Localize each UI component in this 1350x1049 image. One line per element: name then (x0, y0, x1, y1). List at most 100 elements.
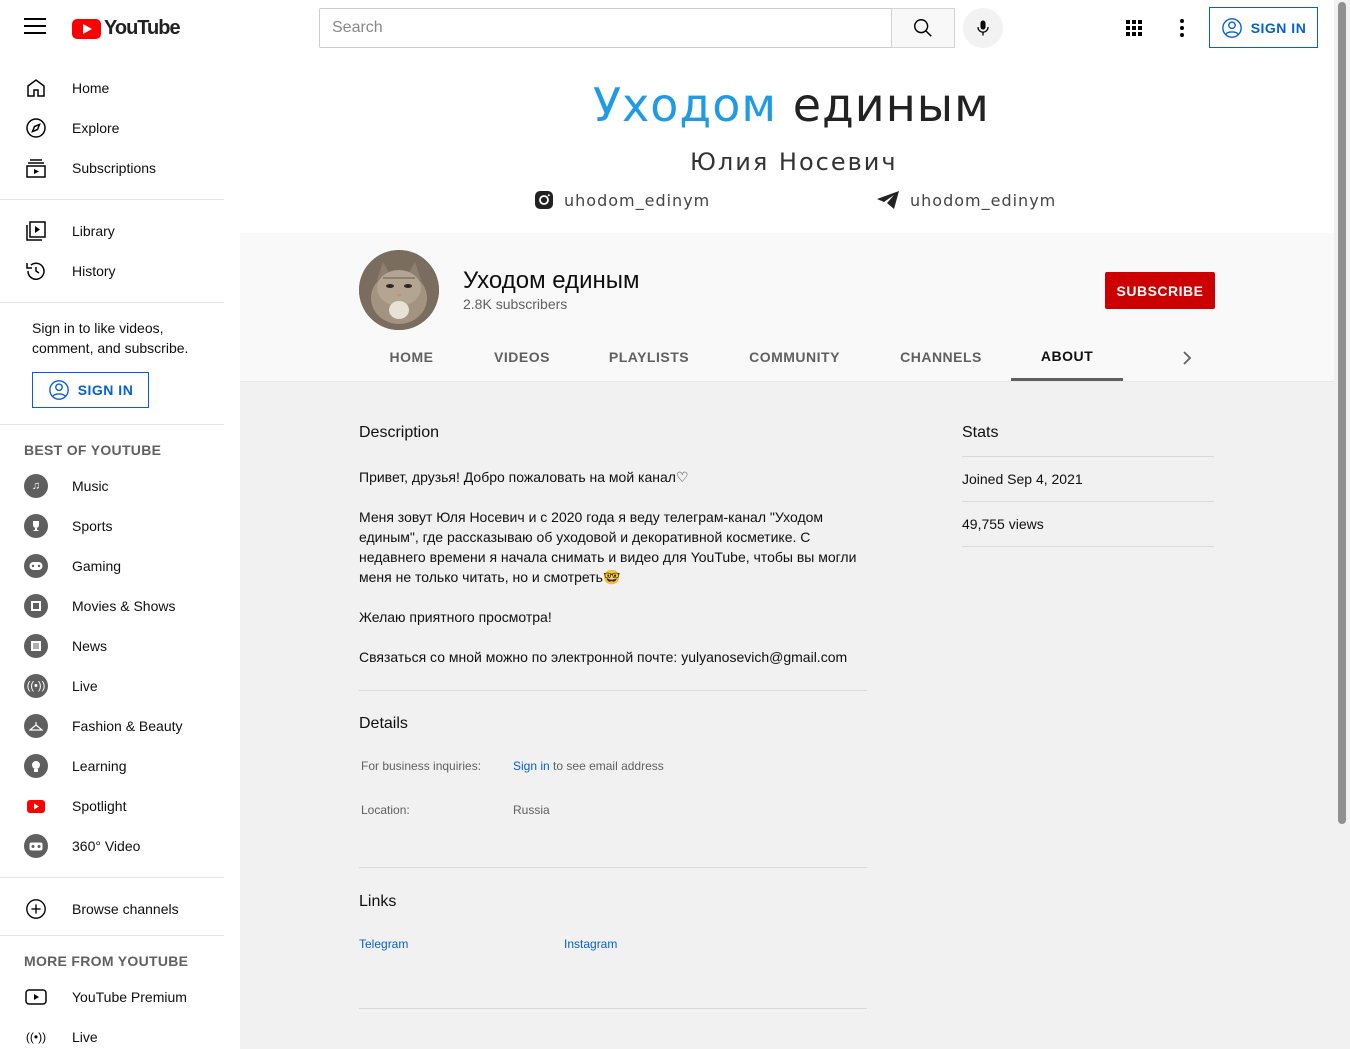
sidebar-item-youtube-premium[interactable]: YouTube Premium (0, 977, 240, 1017)
sidebar-sign-in-button[interactable]: SIGN IN (32, 372, 149, 408)
sidebar-item-label: Fashion & Beauty (72, 718, 183, 734)
sidebar-item-label: Home (72, 80, 110, 96)
broadcast-icon: ((•)) (25, 1030, 47, 1044)
tab-playlists[interactable]: PLAYLISTS (580, 333, 718, 381)
sidebar-divider (0, 424, 224, 425)
business-inquiries-row: For business inquiries: Sign in to see e… (359, 759, 867, 773)
location-value: Russia (513, 803, 550, 817)
news-icon (24, 634, 48, 658)
sign-in-link[interactable]: Sign in (513, 759, 550, 773)
more-options-icon[interactable] (1170, 16, 1194, 40)
description-paragraph: Меня зовут Юля Носевич и с 2020 года я в… (359, 509, 857, 585)
apps-icon[interactable] (1122, 16, 1146, 40)
vr-icon (24, 834, 48, 858)
sidebar-item-label: Library (72, 223, 115, 239)
best-of-youtube-heading: BEST OF YOUTUBE (24, 442, 162, 458)
film-icon (24, 594, 48, 618)
subscribe-button[interactable]: SUBSCRIBE (1105, 272, 1215, 309)
instagram-icon (535, 191, 553, 209)
compass-icon (24, 116, 48, 140)
sidebar-item-library[interactable]: Library (0, 211, 240, 251)
sidebar-divider (0, 877, 224, 878)
channel-banner: Уходом единым Юлия Носевич uhodom_edinym… (240, 56, 1334, 233)
link-telegram[interactable]: Telegram (359, 937, 564, 951)
sidebar-item-label: Live (72, 1029, 98, 1045)
youtube-logo[interactable]: YouTube (72, 17, 181, 40)
search-input[interactable] (319, 8, 891, 48)
microphone-icon (977, 20, 989, 36)
sidebar-item-spotlight[interactable]: Spotlight (0, 786, 240, 826)
voice-search-button[interactable] (963, 8, 1003, 48)
youtube-logo-icon (24, 794, 48, 818)
about-content: Description Привет, друзья! Добро пожало… (240, 382, 1334, 1049)
about-main-column: Description Привет, друзья! Добро пожало… (359, 424, 867, 1009)
description-paragraph: Привет, друзья! Добро пожаловать на мой … (359, 469, 689, 485)
page-scrollbar[interactable] (1334, 0, 1350, 1049)
sidebar-item-fashion-beauty[interactable]: Fashion & Beauty (0, 706, 240, 746)
tab-home[interactable]: HOME (359, 333, 464, 381)
sidebar-item-360-video[interactable]: 360° Video (0, 826, 240, 866)
sidebar-item-live[interactable]: ((•)) Live (0, 666, 240, 706)
live-icon: ((•)) (24, 674, 48, 698)
sidebar-item-browse-channels[interactable]: Browse channels (0, 889, 240, 929)
sidebar-item-label: History (72, 263, 116, 279)
scrollbar-thumb[interactable] (1338, 2, 1346, 824)
location-row: Location: Russia (359, 803, 867, 817)
sidebar-item-sports[interactable]: Sports (0, 506, 240, 546)
menu-icon[interactable] (24, 18, 46, 36)
banner-title-part2: единым (792, 78, 990, 132)
sidebar-item-home[interactable]: Home (0, 68, 240, 108)
sign-in-prompt: Sign in to like videos, comment, and sub… (32, 320, 189, 356)
details-heading: Details (359, 715, 408, 732)
sidebar-item-history[interactable]: History (0, 251, 240, 291)
channel-header: Уходом единым 2.8K subscribers SUBSCRIBE… (240, 233, 1334, 382)
lightbulb-icon (24, 754, 48, 778)
sidebar-divider (0, 199, 224, 200)
search-bar (319, 8, 955, 48)
description-paragraph: Желаю приятного просмотра! (359, 609, 552, 625)
sidebar-item-label: Spotlight (72, 798, 127, 814)
sidebar-item-label: 360° Video (72, 838, 141, 854)
search-icon (914, 19, 932, 37)
sidebar-item-live-more[interactable]: ((•)) Live (0, 1017, 240, 1049)
sidebar-item-label: Browse channels (72, 901, 179, 917)
sidebar-item-learning[interactable]: Learning (0, 746, 240, 786)
premium-icon (24, 985, 48, 1009)
search-button[interactable] (891, 8, 955, 48)
more-from-youtube-heading: MORE FROM YOUTUBE (24, 953, 189, 969)
business-label: For business inquiries: (361, 759, 482, 773)
sidebar-item-label: Movies & Shows (72, 598, 176, 614)
subscriptions-icon (24, 156, 48, 180)
tab-videos[interactable]: VIDEOS (464, 333, 580, 381)
link-instagram[interactable]: Instagram (564, 937, 617, 951)
sidebar-item-label: Live (72, 678, 98, 694)
sidebar-item-subscriptions[interactable]: Subscriptions (0, 148, 240, 188)
channel-name: Уходом единым (463, 267, 640, 294)
channel-avatar[interactable] (359, 250, 439, 330)
sidebar-item-explore[interactable]: Explore (0, 108, 240, 148)
banner-title-part1: Уходом (593, 78, 778, 132)
sign-in-button[interactable]: SIGN IN (1209, 7, 1318, 48)
sidebar-item-label: Sports (72, 518, 113, 534)
banner-telegram: uhodom_edinym (876, 190, 1056, 210)
sidebar-item-movies-shows[interactable]: Movies & Shows (0, 586, 240, 626)
section-divider (962, 546, 1214, 547)
banner-instagram: uhodom_edinym (534, 190, 710, 210)
sidebar-item-label: Explore (72, 120, 120, 136)
chevron-right-icon[interactable] (1175, 346, 1199, 370)
logo-text: YouTube (104, 17, 181, 39)
sidebar-item-gaming[interactable]: Gaming (0, 546, 240, 586)
library-icon (24, 219, 48, 243)
music-icon: ♫ (24, 474, 48, 498)
tab-about[interactable]: ABOUT (1011, 333, 1123, 381)
account-icon (1221, 17, 1242, 38)
description-heading: Description (359, 424, 440, 441)
tab-channels[interactable]: CHANNELS (871, 333, 1011, 381)
banner-subtitle: Юлия Носевич (690, 148, 898, 176)
gamepad-icon (24, 554, 48, 578)
tab-community[interactable]: COMMUNITY (718, 333, 871, 381)
channel-tabs: HOME VIDEOS PLAYLISTS COMMUNITY CHANNELS… (359, 333, 1123, 381)
sidebar-item-news[interactable]: News (0, 626, 240, 666)
section-divider (359, 1008, 867, 1009)
sidebar-item-music[interactable]: ♫ Music (0, 466, 240, 506)
